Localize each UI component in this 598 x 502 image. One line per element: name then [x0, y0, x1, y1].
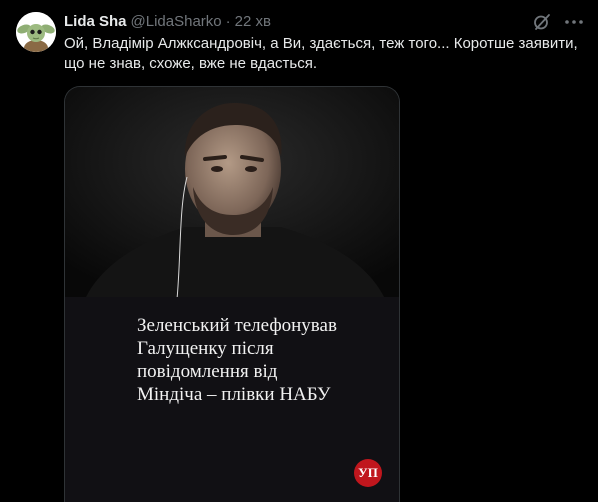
grok-icon[interactable]: [532, 12, 552, 32]
tweet-header: Lida Sha @LidaSharko · 22 хв: [64, 12, 271, 32]
more-icon[interactable]: [564, 12, 584, 32]
author-handle[interactable]: @LidaSharko: [131, 12, 222, 32]
tweet-media[interactable]: Зеленський телефонував Галущенку після п…: [64, 86, 400, 502]
photo: [65, 87, 399, 299]
headline-line: Міндіча – плівки НАБУ: [137, 384, 331, 405]
tweet[interactable]: Lida Sha @LidaSharko · 22 хв Ой, Владімі…: [0, 0, 598, 502]
up-logo: УП: [354, 459, 382, 487]
tweet-text: Ой, Владімір Алжксандровіч, а Ви, здаєть…: [64, 35, 578, 72]
avatar-image: [16, 12, 56, 52]
headline-line: Зеленський телефонував: [137, 315, 337, 336]
header-separator: ·: [225, 13, 231, 30]
avatar[interactable]: [16, 12, 56, 52]
tweet-actions: [520, 12, 584, 32]
media-headline: Зеленський телефонував Галущенку після п…: [137, 314, 389, 406]
headline-line: повідомлення від: [137, 361, 278, 382]
headline-line: Галущенку після: [137, 338, 274, 359]
author-name[interactable]: Lida Sha: [64, 12, 127, 32]
tweet-timestamp[interactable]: 22 хв: [235, 12, 271, 32]
